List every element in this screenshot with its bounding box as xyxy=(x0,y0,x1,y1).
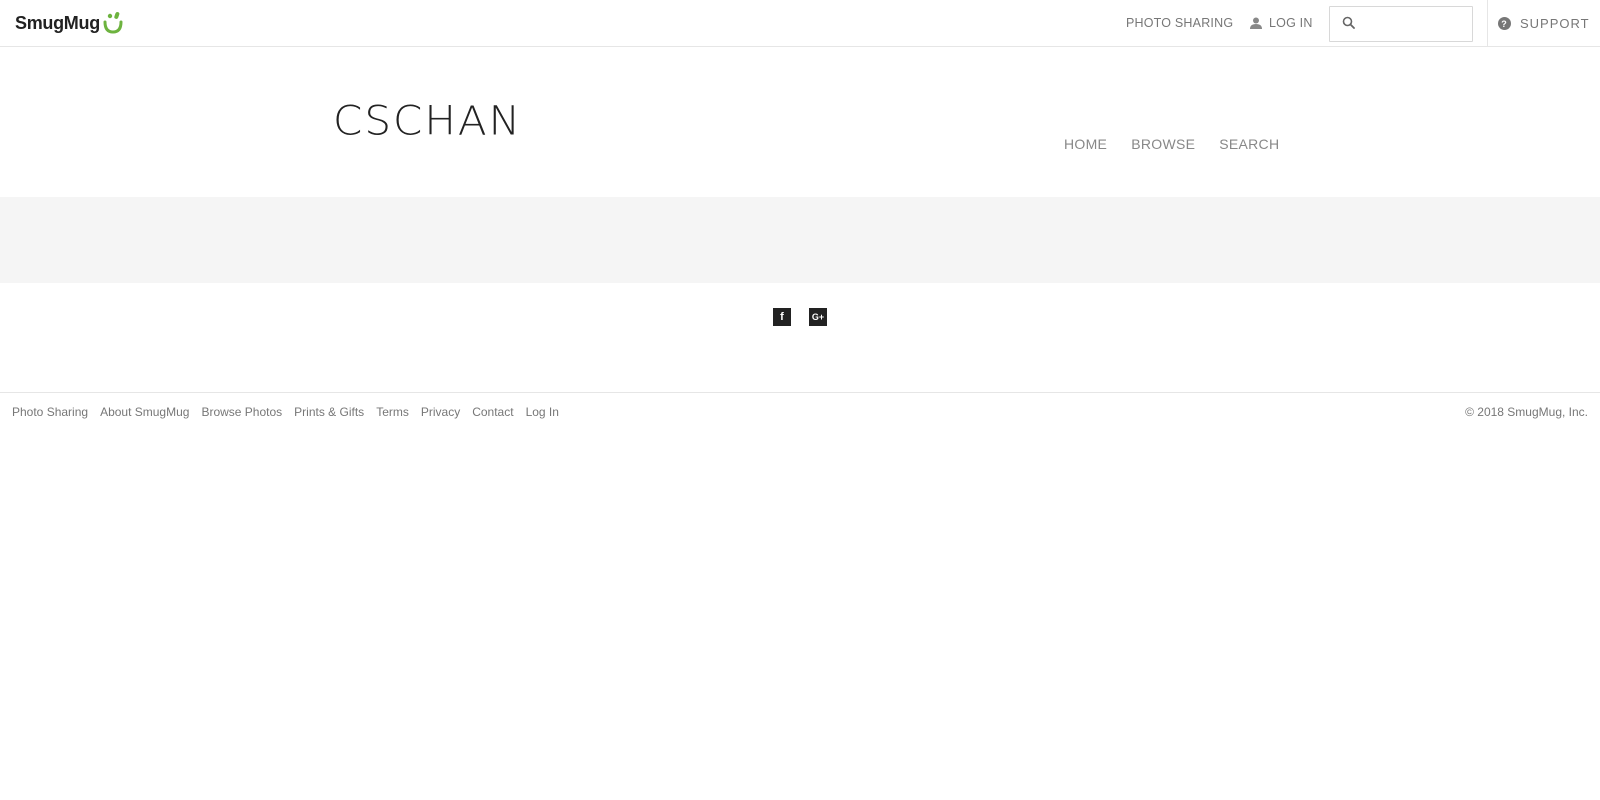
support-link[interactable]: ? SUPPORT xyxy=(1498,16,1598,31)
footer-link-terms[interactable]: Terms xyxy=(376,405,409,419)
footer-link-photo-sharing[interactable]: Photo Sharing xyxy=(12,405,88,419)
nav-browse[interactable]: BROWSE xyxy=(1131,136,1195,152)
search-box[interactable] xyxy=(1329,6,1473,42)
footer-link-contact[interactable]: Contact xyxy=(472,405,513,419)
support-label: SUPPORT xyxy=(1520,16,1590,31)
site-nav: HOME BROWSE SEARCH xyxy=(1064,136,1279,152)
smugmug-smile-icon xyxy=(103,12,123,34)
footer-link-login[interactable]: Log In xyxy=(526,405,559,419)
footer-link-browse-photos[interactable]: Browse Photos xyxy=(201,405,282,419)
question-circle-icon: ? xyxy=(1498,17,1511,30)
login-link[interactable]: LOG IN xyxy=(1250,16,1320,30)
share-buttons: f G+ xyxy=(773,308,827,326)
nav-home[interactable]: HOME xyxy=(1064,136,1107,152)
facebook-icon[interactable]: f xyxy=(773,308,791,326)
copyright: © 2018 SmugMug, Inc. xyxy=(1465,405,1588,419)
footer-links: Photo Sharing About SmugMug Browse Photo… xyxy=(12,405,559,419)
footer: Photo Sharing About SmugMug Browse Photo… xyxy=(0,392,1600,432)
nav-search[interactable]: SEARCH xyxy=(1219,136,1279,152)
search-icon xyxy=(1342,16,1356,30)
user-icon xyxy=(1250,17,1262,29)
google-plus-icon[interactable]: G+ xyxy=(809,308,827,326)
search-input[interactable] xyxy=(1360,9,1468,39)
site-title[interactable]: CSCHAN xyxy=(333,97,522,144)
footer-link-privacy[interactable]: Privacy xyxy=(421,405,460,419)
footer-link-about[interactable]: About SmugMug xyxy=(100,405,189,419)
footer-link-prints-gifts[interactable]: Prints & Gifts xyxy=(294,405,364,419)
login-label: LOG IN xyxy=(1269,16,1313,30)
logo-text: SmugMug xyxy=(15,12,100,33)
smugmug-logo[interactable]: SmugMug xyxy=(15,10,123,36)
topbar-divider xyxy=(1487,0,1488,47)
top-bar: SmugMug PHOTO SHARING LOG IN ? SUPPORT xyxy=(0,0,1600,47)
content-band xyxy=(0,197,1600,283)
photo-sharing-link[interactable]: PHOTO SHARING xyxy=(1126,16,1236,30)
